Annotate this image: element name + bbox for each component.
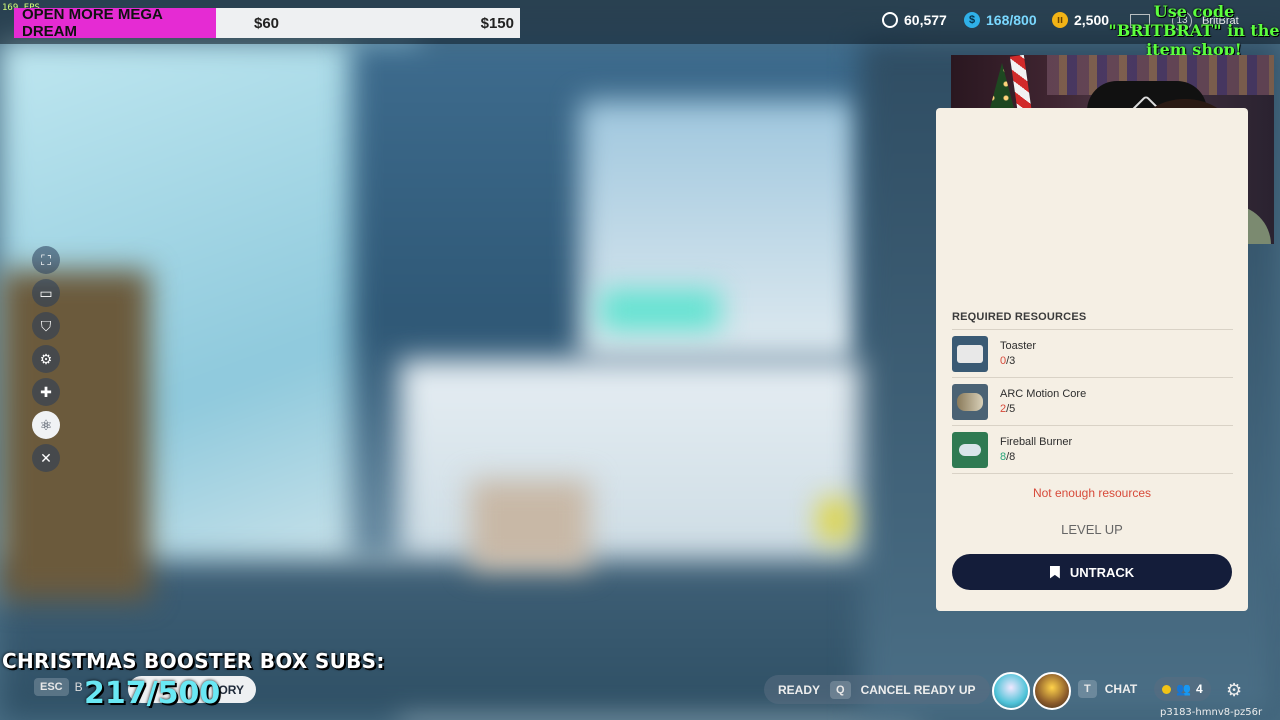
level-up-button[interactable]: LEVEL UP (936, 522, 1248, 537)
currency-coins: ıı 2,500 (1052, 12, 1109, 28)
currency-credits: 60,577 (882, 12, 947, 28)
q-key: Q (830, 680, 851, 699)
not-enough-resources-warning: Not enough resources (1032, 486, 1152, 500)
toaster-icon (952, 335, 988, 372)
teammate-avatar-1[interactable] (992, 672, 1030, 710)
credits-icon (882, 12, 898, 28)
resource-row-arc-motion-core[interactable]: ARC Motion Core 2/5 (952, 378, 1233, 426)
party-icon: 👥 (1176, 682, 1191, 696)
status-dot-icon (1162, 684, 1171, 694)
resource-row-fireball-burner[interactable]: Fireball Burner 8/8 (952, 426, 1233, 474)
subs-goal-title: CHRISTMAS BOOSTER BOX SUBS: (2, 649, 385, 673)
atom-icon[interactable]: ⚛ (32, 411, 60, 439)
party-indicator[interactable]: 👥 4 (1154, 677, 1211, 701)
map-icon[interactable]: ⛶ (32, 246, 60, 274)
required-resources-title: REQUIRED RESOURCES (952, 311, 1087, 323)
shield-icon[interactable]: ⛉ (32, 312, 60, 340)
t-key: T (1078, 680, 1097, 698)
esc-key: ESC (34, 678, 69, 696)
ready-bar: READY Q CANCEL READY UP (764, 675, 990, 704)
ready-button[interactable]: READY (778, 683, 820, 697)
untrack-button[interactable]: UNTRACK (952, 554, 1232, 590)
token-icon: $ (964, 12, 980, 28)
settings-gear-icon[interactable]: ⚙ (1226, 680, 1242, 701)
tools-icon[interactable]: ✕ (32, 444, 60, 472)
plus-icon[interactable]: ✚ (32, 378, 60, 406)
chat-button[interactable]: T CHAT (1078, 680, 1137, 698)
resource-row-toaster[interactable]: Toaster 0/3 (952, 330, 1233, 378)
left-toolbar: ⛶ ▭ ⛉ ⚙ ✚ ⚛ ✕ (32, 246, 62, 477)
resource-list: Toaster 0/3 ARC Motion Core 2/5 Fireball… (952, 329, 1233, 474)
bookmark-icon (1049, 565, 1060, 579)
promo-code-overlay: Use code "BRITBRAT" in the item shop! (1108, 2, 1280, 59)
fireball-burner-icon (952, 431, 988, 468)
dream-goal-current: $60 (254, 14, 280, 32)
dream-goal-target: $150 (480, 14, 514, 32)
coin-icon: ıı (1052, 12, 1068, 28)
workbench-icon[interactable]: ▭ (32, 279, 60, 307)
esc-hint[interactable]: ESC B (34, 678, 83, 696)
subs-goal-count: 217/500 (84, 676, 221, 711)
teammate-avatar-2[interactable] (1033, 672, 1071, 710)
dream-goal-bar: OPEN MORE MEGA DREAM $60 $150 (14, 6, 520, 40)
dream-goal-track: $60 $150 (216, 8, 520, 38)
cancel-ready-button[interactable]: CANCEL READY UP (861, 683, 976, 697)
motion-core-icon (952, 383, 988, 420)
upgrade-panel: REQUIRED RESOURCES Toaster 0/3 ARC Motio… (936, 108, 1248, 611)
currency-tokens: $ 168/800 (964, 12, 1037, 28)
dream-goal-label: OPEN MORE MEGA DREAM (14, 6, 216, 40)
session-id: p3183-hmnv8-pz56r (1160, 707, 1263, 718)
gear-tool-icon[interactable]: ⚙ (32, 345, 60, 373)
